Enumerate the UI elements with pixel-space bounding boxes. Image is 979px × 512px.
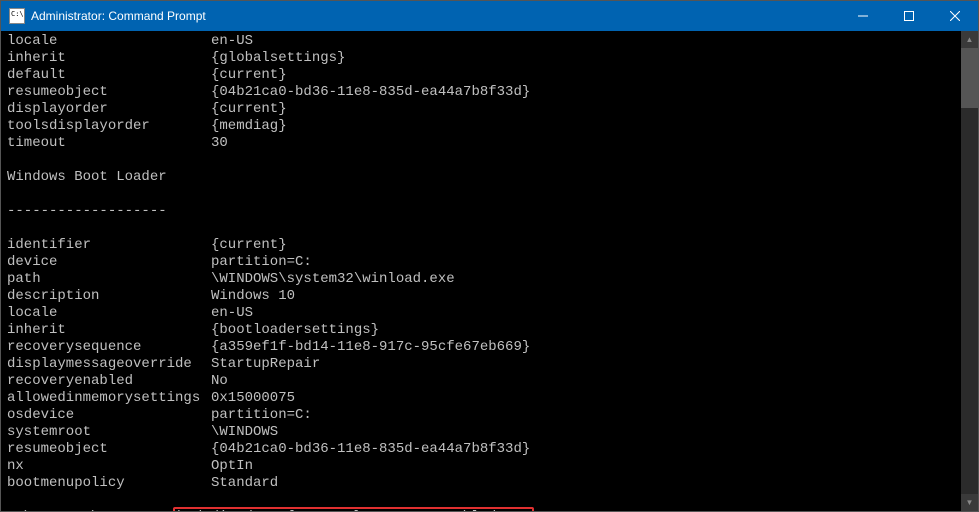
output-row: osdevicepartition=C: — [7, 407, 955, 424]
row-value: {a359ef1f-bd14-11e8-917c-95cfe67eb669} — [211, 339, 955, 356]
output-row: displayorder{current} — [7, 101, 955, 118]
row-key: inherit — [7, 322, 211, 339]
output-row: inherit{bootloadersettings} — [7, 322, 955, 339]
output-row: resumeobject{04b21ca0-bd36-11e8-835d-ea4… — [7, 84, 955, 101]
row-key: resumeobject — [7, 441, 211, 458]
row-value: No — [211, 373, 955, 390]
output-row: systemroot\WINDOWS — [7, 424, 955, 441]
terminal-area[interactable]: localeen-USinherit{globalsettings}defaul… — [1, 31, 978, 511]
row-key: device — [7, 254, 211, 271]
minimize-button[interactable] — [840, 1, 886, 31]
window-controls — [840, 1, 978, 31]
close-icon — [950, 11, 960, 21]
output-row: devicepartition=C: — [7, 254, 955, 271]
row-value: 0x15000075 — [211, 390, 955, 407]
terminal-output[interactable]: localeen-USinherit{globalsettings}defaul… — [1, 31, 961, 511]
row-key: resumeobject — [7, 84, 211, 101]
prompt: C:\WINDOWS\system32> — [7, 509, 175, 511]
row-key: inherit — [7, 50, 211, 67]
output-row: recoverysequence{a359ef1f-bd14-11e8-917c… — [7, 339, 955, 356]
titlebar[interactable]: Administrator: Command Prompt — [1, 1, 978, 31]
row-value: {current} — [211, 67, 955, 84]
output-row: localeen-US — [7, 305, 955, 322]
output-row: recoveryenabledNo — [7, 373, 955, 390]
row-key: identifier — [7, 237, 211, 254]
output-row: timeout30 — [7, 135, 955, 152]
row-key: timeout — [7, 135, 211, 152]
output-row: toolsdisplayorder{memdiag} — [7, 118, 955, 135]
row-key: displayorder — [7, 101, 211, 118]
row-value: {bootloadersettings} — [211, 322, 955, 339]
section-header: Windows Boot Loader — [7, 169, 955, 186]
row-key: description — [7, 288, 211, 305]
output-row: allowedinmemorysettings0x15000075 — [7, 390, 955, 407]
scroll-thumb[interactable] — [961, 48, 978, 108]
row-value: \WINDOWS\system32\winload.exe — [211, 271, 955, 288]
row-value: partition=C: — [211, 407, 955, 424]
output-row: bootmenupolicyStandard — [7, 475, 955, 492]
row-key: nx — [7, 458, 211, 475]
output-row: inherit{globalsettings} — [7, 50, 955, 67]
row-value: {04b21ca0-bd36-11e8-835d-ea44a7b8f33d} — [211, 84, 955, 101]
output-row: nxOptIn — [7, 458, 955, 475]
row-value: {memdiag} — [211, 118, 955, 135]
close-button[interactable] — [932, 1, 978, 31]
row-key: path — [7, 271, 211, 288]
row-key: osdevice — [7, 407, 211, 424]
output-row: identifier{current} — [7, 237, 955, 254]
output-row: localeen-US — [7, 33, 955, 50]
row-key: locale — [7, 33, 211, 50]
row-key: recoveryenabled — [7, 373, 211, 390]
row-value: {globalsettings} — [211, 50, 955, 67]
row-key: bootmenupolicy — [7, 475, 211, 492]
scroll-track[interactable] — [961, 48, 978, 494]
row-value: Standard — [211, 475, 955, 492]
row-value: {current} — [211, 101, 955, 118]
row-key: locale — [7, 305, 211, 322]
maximize-icon — [904, 11, 914, 21]
row-value: partition=C: — [211, 254, 955, 271]
highlighted-command: bcdedit /set {current} recoveryenabled Y… — [173, 507, 534, 511]
maximize-button[interactable] — [886, 1, 932, 31]
vertical-scrollbar[interactable]: ▲ ▼ — [961, 31, 978, 511]
command-prompt-window: Administrator: Command Prompt localeen-U… — [0, 0, 979, 512]
row-key: systemroot — [7, 424, 211, 441]
row-value: en-US — [211, 305, 955, 322]
output-row: path\WINDOWS\system32\winload.exe — [7, 271, 955, 288]
row-value: en-US — [211, 33, 955, 50]
command-line: C:\WINDOWS\system32>bcdedit /set {curren… — [7, 509, 955, 511]
scroll-down-button[interactable]: ▼ — [961, 494, 978, 511]
row-value: {current} — [211, 237, 955, 254]
row-value: \WINDOWS — [211, 424, 955, 441]
row-key: toolsdisplayorder — [7, 118, 211, 135]
scroll-up-button[interactable]: ▲ — [961, 31, 978, 48]
output-row: default{current} — [7, 67, 955, 84]
window-title: Administrator: Command Prompt — [31, 9, 840, 23]
minimize-icon — [858, 11, 868, 21]
row-value: 30 — [211, 135, 955, 152]
output-row: descriptionWindows 10 — [7, 288, 955, 305]
cmd-icon — [9, 8, 25, 24]
row-key: allowedinmemorysettings — [7, 390, 211, 407]
row-value: Windows 10 — [211, 288, 955, 305]
section-divider: ------------------- — [7, 203, 955, 220]
row-value: {04b21ca0-bd36-11e8-835d-ea44a7b8f33d} — [211, 441, 955, 458]
row-key: displaymessageoverride — [7, 356, 211, 373]
row-value: StartupRepair — [211, 356, 955, 373]
output-row: resumeobject{04b21ca0-bd36-11e8-835d-ea4… — [7, 441, 955, 458]
output-row: displaymessageoverrideStartupRepair — [7, 356, 955, 373]
row-value: OptIn — [211, 458, 955, 475]
row-key: recoverysequence — [7, 339, 211, 356]
row-key: default — [7, 67, 211, 84]
